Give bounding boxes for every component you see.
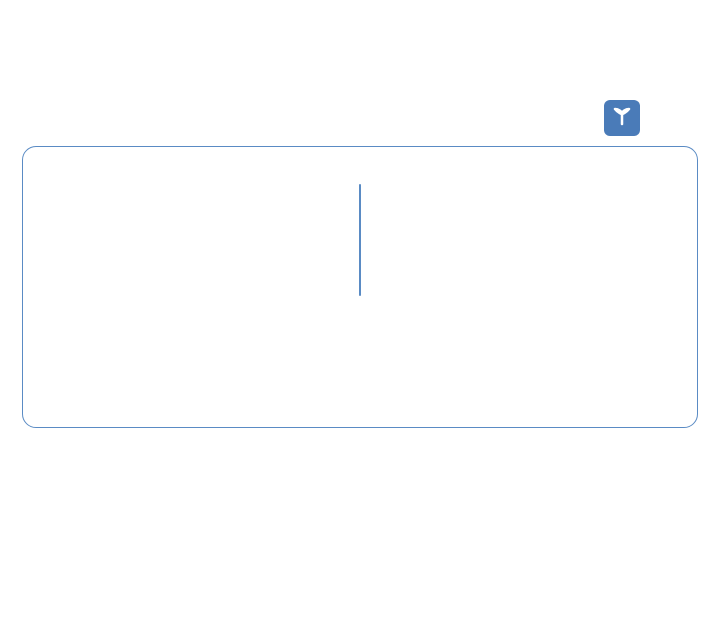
sprout-icon xyxy=(610,104,634,133)
vertical-divider xyxy=(359,184,361,296)
sprout-badge[interactable] xyxy=(604,100,640,136)
